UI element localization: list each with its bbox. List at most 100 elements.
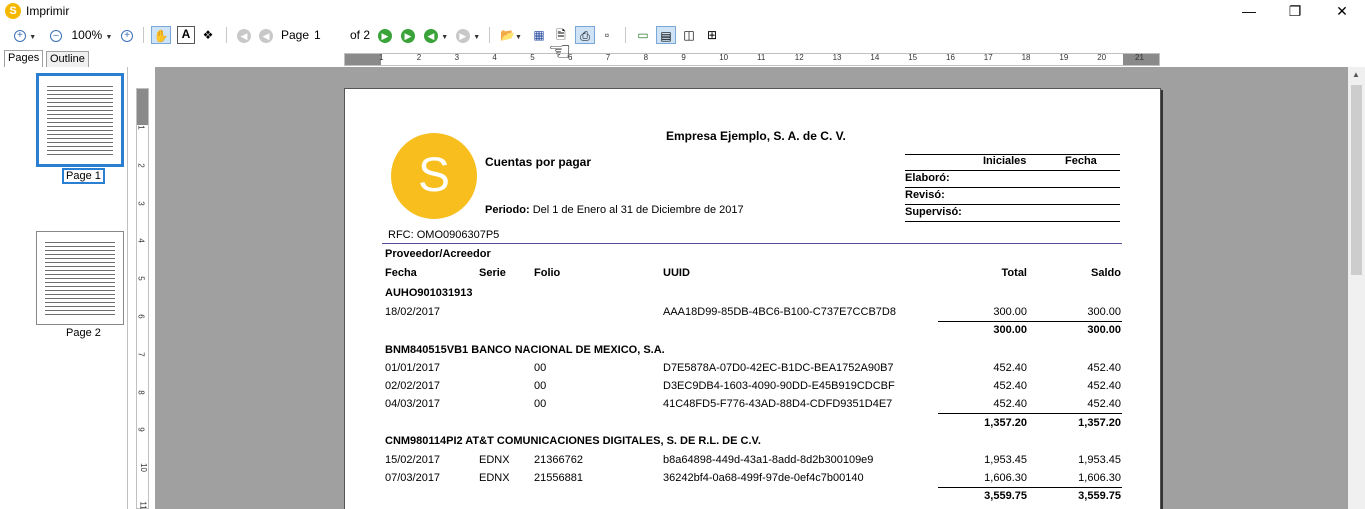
sign-row-superviso: Supervisó: xyxy=(905,206,962,218)
group-name: BNM840515VB1 BANCO NACIONAL DE MEXICO, S… xyxy=(385,344,665,356)
forward-dropdown[interactable]: ▶ ▼ xyxy=(454,26,482,44)
row-serie: EDNX xyxy=(479,472,510,484)
col-fecha: Fecha xyxy=(385,267,417,279)
row-saldo: 1,953.45 xyxy=(1078,454,1121,466)
vruler-number: 8 xyxy=(136,389,146,395)
row-total: 1,953.45 xyxy=(984,454,1027,466)
title-bar: S Imprimir — ❐ ✕ xyxy=(0,0,1365,24)
row-folio: 21556881 xyxy=(534,472,583,484)
row-fecha: 02/02/2017 xyxy=(385,380,441,392)
tab-pages[interactable]: Pages xyxy=(4,50,44,67)
initials-header: Iniciales xyxy=(983,155,1027,167)
export-button[interactable]: ▫ xyxy=(599,26,615,44)
close-button[interactable]: ✕ xyxy=(1319,0,1365,24)
scroll-up-icon[interactable]: ▲ xyxy=(1352,70,1360,79)
print-button[interactable]: ⎙ xyxy=(575,26,595,44)
row-total: 452.40 xyxy=(993,398,1027,410)
minimize-button[interactable]: — xyxy=(1226,0,1272,24)
vertical-scrollbar[interactable]: ▲ xyxy=(1348,67,1365,509)
ruler-number: 7 xyxy=(605,53,611,62)
group-sum-total: 3,559.75 xyxy=(984,490,1027,502)
vruler-number: 3 xyxy=(136,200,146,206)
ruler-number: 10 xyxy=(719,53,729,62)
find-button[interactable]: ❖ xyxy=(199,26,217,44)
vruler-number: 11 xyxy=(138,501,148,509)
zoom-fit-button[interactable]: + xyxy=(119,26,135,44)
ruler-number: 17 xyxy=(983,53,993,62)
hand-icon: ✋ xyxy=(153,29,169,43)
row-folio: 21366762 xyxy=(534,454,583,466)
row-saldo: 452.40 xyxy=(1087,362,1121,374)
row-serie: EDNX xyxy=(479,454,510,466)
row-uuid: D3EC9DB4-1603-4090-90DD-E45B919CDCBF xyxy=(663,380,895,392)
col-uuid: UUID xyxy=(663,267,690,279)
vruler-number: 1 xyxy=(136,125,146,130)
scrollbar-thumb[interactable] xyxy=(1351,85,1362,275)
report-page: S Empresa Ejemplo, S. A. de C. V. Cuenta… xyxy=(344,88,1161,509)
group-sum-saldo: 3,559.75 xyxy=(1078,490,1121,502)
ruler-number: 12 xyxy=(794,53,804,62)
thumbnail-label-page-1: Page 1 xyxy=(62,168,105,184)
row-saldo: 452.40 xyxy=(1087,380,1121,392)
restore-button[interactable]: ❐ xyxy=(1272,0,1318,24)
binoculars-icon: ❖ xyxy=(202,28,214,42)
zoom-out-button[interactable]: – xyxy=(48,26,64,44)
ruler-number: 1 xyxy=(379,53,384,62)
ruler-number: 19 xyxy=(1059,53,1069,62)
row-saldo: 452.40 xyxy=(1087,398,1121,410)
hand-tool-button[interactable]: ✋ xyxy=(151,26,171,44)
company-name: Empresa Ejemplo, S. A. de C. V. xyxy=(666,129,846,143)
zoom-plus-icon: + xyxy=(121,29,133,42)
zoom-select[interactable]: 100% ▼ xyxy=(70,26,114,44)
window-title: Imprimir xyxy=(26,4,70,18)
report-title: Cuentas por pagar xyxy=(485,155,592,169)
preview-area[interactable]: S Empresa Ejemplo, S. A. de C. V. Cuenta… xyxy=(155,67,1348,509)
row-folio: 00 xyxy=(534,398,547,410)
vruler-number: 4 xyxy=(136,238,146,244)
two-page-view-button[interactable]: ◫ xyxy=(681,26,697,44)
thumbnail-page-1[interactable] xyxy=(36,73,124,167)
zoom-value: 100% xyxy=(71,28,103,42)
next-page-button[interactable]: ▶ xyxy=(377,26,393,44)
sign-row-reviso: Revisó: xyxy=(905,189,945,201)
save-button[interactable]: ▦ xyxy=(531,26,547,44)
two-page-icon: ◫ xyxy=(683,28,695,42)
text-select-button[interactable]: A xyxy=(177,26,195,44)
back-dropdown[interactable]: ◀ ▼ xyxy=(422,26,450,44)
thumbnail-page-2[interactable] xyxy=(36,231,124,325)
last-page-button[interactable]: ▶ xyxy=(400,26,416,44)
prev-page-button[interactable]: ◀ xyxy=(258,26,274,44)
prev-page-icon: ◀ xyxy=(259,28,273,43)
continuous-view-button[interactable]: ▤ xyxy=(656,26,676,44)
row-folio: 00 xyxy=(534,362,547,374)
vruler-number: 9 xyxy=(136,427,146,433)
export-icon: ▫ xyxy=(604,28,610,42)
ruler-number: 15 xyxy=(908,53,918,62)
multi-page-view-button[interactable]: ⊞ xyxy=(704,26,720,44)
group-name: AUHO901031913 xyxy=(385,287,473,299)
text-select-icon: A xyxy=(181,27,191,41)
row-fecha: 15/02/2017 xyxy=(385,454,441,466)
tab-outline[interactable]: Outline xyxy=(46,51,89,67)
row-uuid: b8a64898-449d-43a1-8add-8d2b300109e9 xyxy=(663,454,874,466)
first-page-button[interactable]: ◀ xyxy=(236,26,252,44)
open-dropdown[interactable]: 📂▼ xyxy=(497,26,525,44)
ruler-number: 8 xyxy=(643,53,649,62)
ruler-number: 13 xyxy=(832,53,842,62)
back-icon: ◀ xyxy=(423,28,438,43)
ruler-number: 3 xyxy=(454,53,460,62)
period-value: Del 1 de Enero al 31 de Diciembre de 201… xyxy=(532,204,744,216)
row-total: 300.00 xyxy=(993,306,1027,318)
row-uuid: 36242bf4-0a68-499f-97de-0ef4c7b00140 xyxy=(663,472,864,484)
page-label: Page xyxy=(281,28,310,42)
ruler-number: 16 xyxy=(946,53,955,62)
hand-cursor-icon: ☜ xyxy=(548,36,572,66)
ruler-number: 4 xyxy=(492,53,497,62)
vruler-number: 6 xyxy=(136,314,146,319)
zoom-in-dropdown[interactable]: + ▼ xyxy=(12,26,38,44)
single-page-view-button[interactable]: ▭ xyxy=(635,26,651,44)
first-page-icon: ◀ xyxy=(237,28,251,43)
page-number-input[interactable]: 1 xyxy=(314,26,344,44)
row-fecha: 07/03/2017 xyxy=(385,472,441,484)
row-total: 1,606.30 xyxy=(984,472,1027,484)
